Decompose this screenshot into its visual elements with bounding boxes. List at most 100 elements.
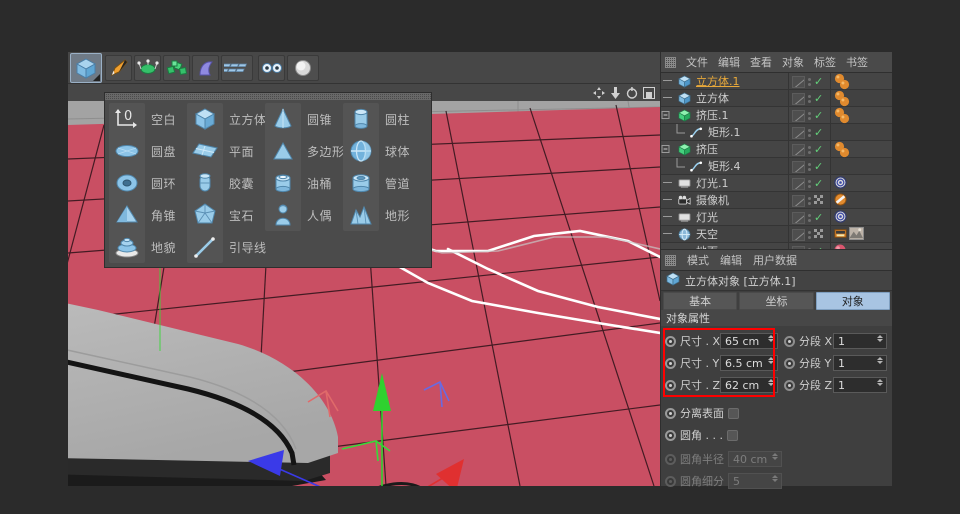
property-checkbox[interactable] [728, 408, 739, 419]
enabled-check-icon[interactable]: ✓ [814, 178, 823, 189]
protection-tag-icon[interactable] [834, 193, 847, 209]
tags-column[interactable] [830, 90, 892, 107]
tags-column[interactable] [830, 141, 892, 158]
visibility-column[interactable]: ✓ [788, 158, 830, 175]
compositing-tag-icon[interactable] [834, 227, 847, 243]
om-menu-bookmark[interactable]: 书签 [846, 54, 868, 70]
size-radio[interactable] [665, 336, 676, 347]
visibility-dots-icon[interactable] [808, 231, 811, 239]
property-radio[interactable] [665, 430, 676, 441]
tab-coord[interactable]: 坐标 [739, 292, 813, 310]
om-menu-file[interactable]: 文件 [686, 54, 708, 70]
stepper-icon[interactable] [768, 379, 774, 386]
om-menu-view[interactable]: 查看 [750, 54, 772, 70]
tree-toggle[interactable] [661, 226, 676, 243]
property-checkbox[interactable] [727, 430, 738, 441]
layer-swatch[interactable] [792, 127, 805, 139]
object-row[interactable]: 挤压✓ [661, 141, 892, 158]
layer-swatch[interactable] [792, 195, 805, 207]
disabled-dots-icon[interactable] [814, 228, 823, 241]
segment-input[interactable]: 1 [833, 355, 887, 371]
enabled-check-icon[interactable]: ✓ [814, 144, 823, 155]
rotate-view-icon[interactable] [626, 87, 638, 99]
layer-swatch[interactable] [792, 144, 805, 156]
tab-object[interactable]: 对象 [816, 292, 890, 310]
visibility-dots-icon[interactable] [808, 214, 811, 222]
tags-column[interactable] [830, 124, 892, 141]
visibility-dots-icon[interactable] [808, 146, 811, 154]
visibility-dots-icon[interactable] [808, 95, 811, 103]
enabled-check-icon[interactable]: ✓ [814, 110, 823, 121]
toolbar-pen-tool[interactable] [105, 55, 132, 81]
object-row[interactable]: 矩形.1✓ [661, 124, 892, 141]
enabled-check-icon[interactable]: ✓ [814, 161, 823, 172]
stepper-icon[interactable] [768, 335, 774, 342]
visibility-dots-icon[interactable] [808, 112, 811, 120]
material-tag-icon[interactable] [834, 74, 852, 90]
palette-item-cylinder[interactable]: 圆柱 [343, 103, 455, 135]
viewport[interactable]: 0 空白 圆盘 [68, 84, 660, 486]
material-tag-icon[interactable] [834, 108, 852, 124]
visibility-column[interactable]: ✓ [788, 107, 830, 124]
object-row[interactable]: 挤压.1✓ [661, 107, 892, 124]
texture-tag-icon[interactable] [849, 227, 864, 243]
segment-radio[interactable] [784, 358, 795, 369]
tree-toggle[interactable] [661, 175, 676, 192]
tree-toggle[interactable] [673, 158, 688, 175]
segment-radio[interactable] [784, 380, 795, 391]
object-row[interactable]: 灯光.1✓ [661, 175, 892, 192]
visibility-dots-icon[interactable] [808, 163, 811, 171]
move-view-icon[interactable] [593, 87, 605, 99]
attribute-manager-grip[interactable] [665, 255, 676, 266]
tags-column[interactable] [830, 226, 892, 243]
stepper-icon[interactable] [877, 379, 883, 386]
tree-toggle[interactable] [673, 124, 688, 141]
object-row[interactable]: 立方体.1✓ [661, 73, 892, 90]
toolbar-subdivision-surface-tool[interactable] [134, 55, 161, 81]
toolbar-array-tool[interactable] [163, 55, 190, 81]
tags-column[interactable] [830, 107, 892, 124]
segment-radio[interactable] [784, 336, 795, 347]
popup-drag-grip[interactable] [105, 93, 431, 100]
maximize-view-icon[interactable] [643, 87, 655, 99]
stepper-icon[interactable] [768, 357, 774, 364]
visibility-column[interactable]: ✓ [788, 141, 830, 158]
layer-swatch[interactable] [792, 229, 805, 241]
segment-input[interactable]: 1 [833, 377, 887, 393]
toolbar-mograph-tool[interactable] [221, 55, 253, 81]
pan-view-icon[interactable] [610, 87, 621, 99]
object-row[interactable]: 矩形.4✓ [661, 158, 892, 175]
toolbar-light-tool[interactable] [287, 55, 319, 81]
layer-swatch[interactable] [792, 76, 805, 88]
am-menu-edit[interactable]: 编辑 [720, 252, 742, 268]
visibility-column[interactable] [788, 192, 830, 209]
tree-toggle[interactable] [661, 141, 676, 158]
enabled-check-icon[interactable]: ✓ [814, 212, 823, 223]
target-tag-icon[interactable] [834, 176, 847, 192]
toolbar-scene-nodes-tool[interactable] [258, 55, 285, 81]
tags-column[interactable] [830, 209, 892, 226]
stepper-icon[interactable] [877, 357, 883, 364]
visibility-column[interactable] [788, 226, 830, 243]
material-tag-icon[interactable] [834, 142, 852, 158]
size-input[interactable]: 65 cm [720, 333, 778, 349]
om-menu-object[interactable]: 对象 [782, 54, 804, 70]
enabled-check-icon[interactable]: ✓ [814, 76, 823, 87]
material-tag-icon[interactable] [834, 91, 852, 107]
visibility-column[interactable]: ✓ [788, 73, 830, 90]
size-radio[interactable] [665, 380, 676, 391]
am-menu-mode[interactable]: 模式 [687, 252, 709, 268]
tree-toggle[interactable] [661, 107, 676, 124]
visibility-column[interactable]: ✓ [788, 209, 830, 226]
layer-swatch[interactable] [792, 93, 805, 105]
object-palette-popup[interactable]: 0 空白 圆盘 [104, 92, 432, 268]
size-input[interactable]: 62 cm [720, 377, 778, 393]
tags-column[interactable] [830, 158, 892, 175]
target-tag-icon[interactable] [834, 210, 847, 226]
tree-toggle[interactable] [661, 192, 676, 209]
stepper-icon[interactable] [877, 335, 883, 342]
layer-swatch[interactable] [792, 178, 805, 190]
am-menu-userdata[interactable]: 用户数据 [753, 252, 797, 268]
visibility-dots-icon[interactable] [808, 197, 811, 205]
property-radio[interactable] [665, 408, 676, 419]
